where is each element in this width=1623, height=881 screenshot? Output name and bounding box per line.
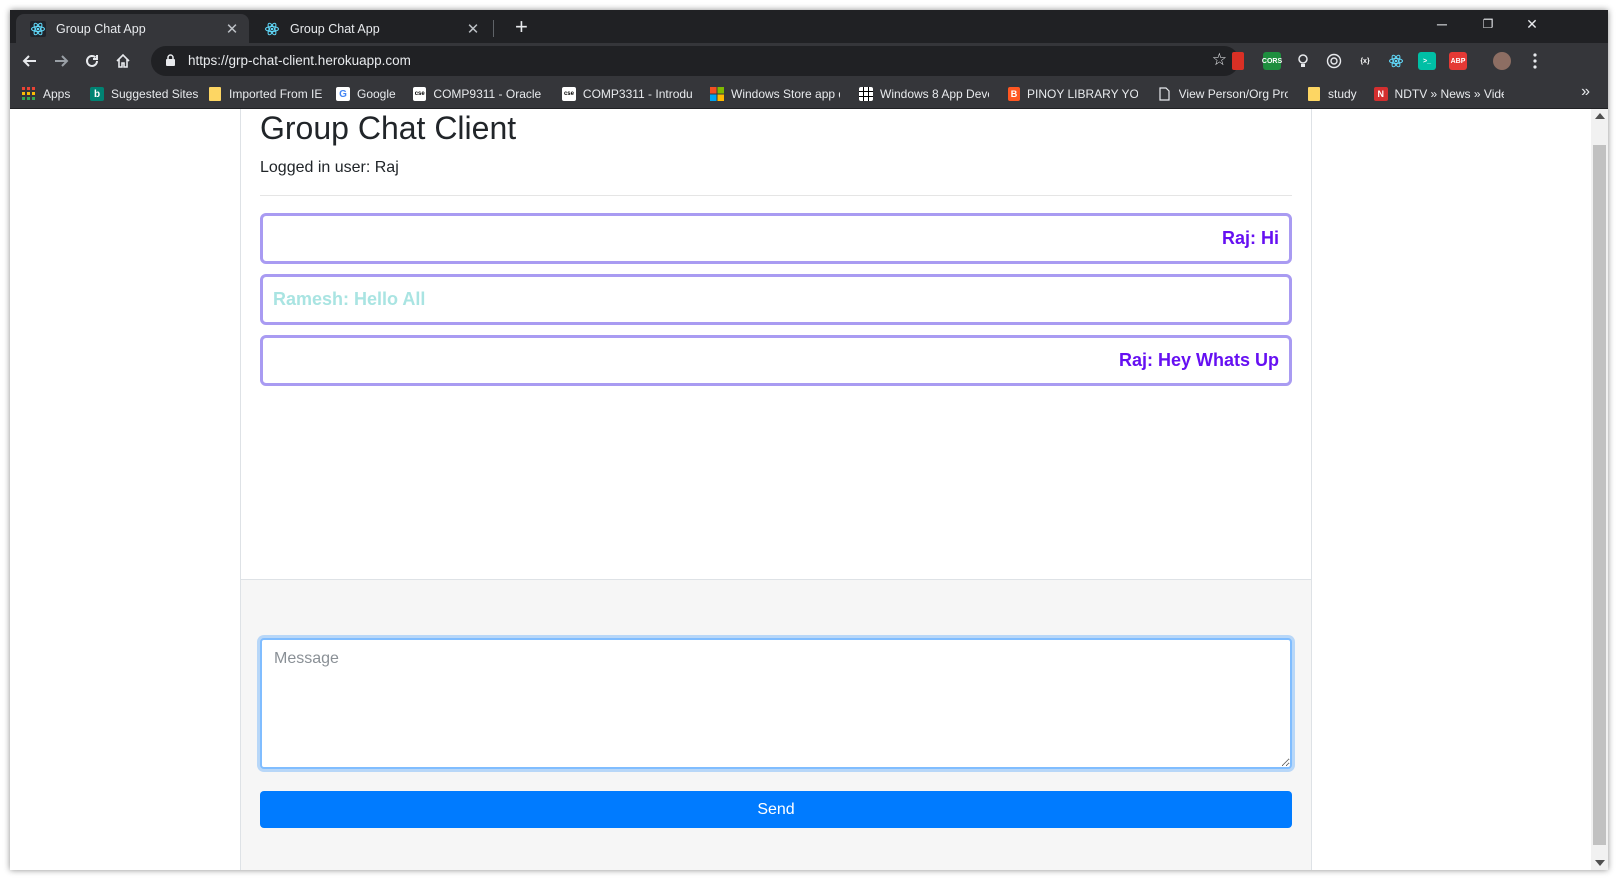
react-favicon-icon: [264, 21, 280, 37]
tab-group-chat-app[interactable]: Group Chat App ✕: [250, 14, 490, 43]
back-button[interactable]: [17, 48, 43, 74]
lightbulb-icon[interactable]: [1294, 52, 1312, 70]
browser-toolbar: https://grp-chat-client.herokuapp.com ☆ …: [10, 43, 1608, 79]
folder-icon: [1307, 87, 1321, 101]
back-arrow-icon: [22, 55, 36, 67]
bookmark-item[interactable]: cse COMP3311 - Introdu: [562, 84, 692, 104]
bookmark-label: PINOY LIBRARY YOUR: [1027, 87, 1138, 101]
blogger-icon: B: [1008, 87, 1021, 101]
browser-window: Group Chat App ✕ Group Chat App ✕ + ─ ❐ …: [10, 10, 1608, 870]
message-text: Raj: Hey Whats Up: [1118, 350, 1279, 370]
bookmark-label: Suggested Sites: [111, 87, 199, 101]
divider: [260, 195, 1292, 196]
folder-icon: [208, 87, 222, 101]
new-tab-button[interactable]: +: [515, 16, 528, 38]
bookmark-item[interactable]: b Suggested Sites: [90, 84, 198, 104]
close-window-button[interactable]: ✕: [1510, 13, 1554, 35]
profile-avatar-icon[interactable]: [1493, 52, 1511, 70]
page-icon: [1158, 87, 1172, 101]
bookmark-label: Google: [357, 87, 396, 101]
tab-label: Group Chat App: [290, 21, 380, 36]
tab-separator: [493, 20, 494, 37]
bookmark-label: Apps: [43, 87, 71, 101]
target-icon[interactable]: [1325, 52, 1343, 70]
page-title: Group Chat Client: [260, 110, 517, 146]
bookmark-star-icon[interactable]: ☆: [1212, 50, 1227, 70]
more-bookmarks-icon[interactable]: »: [1581, 83, 1590, 101]
page-viewport: Group Chat Client Logged in user: Raj Ra…: [10, 109, 1591, 870]
home-icon: [116, 53, 130, 68]
message-input[interactable]: [260, 638, 1292, 769]
bookmark-item[interactable]: Windows Store app d: [710, 84, 840, 104]
bookmark-item[interactable]: N NDTV » News » Vide: [1374, 84, 1504, 104]
reload-icon: [86, 54, 98, 67]
scroll-thumb[interactable]: [1593, 145, 1606, 845]
minimize-button[interactable]: ─: [1420, 13, 1464, 35]
bookmark-label: View Person/Org Pro: [1178, 87, 1288, 101]
message-text: Raj: Hi: [1221, 228, 1279, 248]
scroll-down-icon[interactable]: [1595, 860, 1605, 866]
bookmark-label: COMP3311 - Introdu: [582, 87, 692, 101]
message-text: Ramesh: Hello All: [273, 289, 426, 309]
message-item: Raj: Hey Whats Up: [260, 335, 1292, 386]
tab-strip: Group Chat App ✕ Group Chat App ✕ + ─ ❐ …: [10, 10, 1608, 43]
bing-icon: b: [90, 87, 104, 101]
bookmark-label: Windows 8 App Deve: [880, 87, 989, 101]
tab-label: Group Chat App: [56, 21, 146, 36]
tab-close-icon[interactable]: ✕: [462, 20, 484, 38]
bookmark-item[interactable]: Apps: [22, 84, 70, 104]
scroll-up-icon[interactable]: [1595, 113, 1605, 119]
react-favicon-icon: [30, 20, 46, 37]
logged-in-user: Logged in user: Raj: [260, 159, 399, 176]
react-devtools-icon[interactable]: [1387, 52, 1405, 70]
bookmark-item[interactable]: study: [1307, 84, 1357, 104]
cse-icon: cse: [562, 87, 576, 101]
menu-button[interactable]: [1522, 48, 1548, 74]
bookmark-label: Windows Store app d: [731, 87, 840, 101]
bookmark-label: Imported From IE: [229, 87, 323, 101]
bookmark-item[interactable]: View Person/Org Pro: [1158, 84, 1288, 104]
google-icon: G: [336, 87, 350, 101]
message-item: Ramesh: Hello All: [260, 274, 1292, 325]
bookmark-item[interactable]: G Google: [336, 84, 396, 104]
bookmark-label: NDTV » News » Vide: [1394, 87, 1504, 101]
message-item: Raj: Hi: [260, 213, 1292, 264]
send-button[interactable]: Send: [260, 791, 1292, 828]
grid-icon: [859, 87, 873, 101]
bookmark-item[interactable]: Imported From IE: [208, 84, 322, 104]
reload-button[interactable]: [79, 48, 105, 74]
json-icon[interactable]: {x}: [1356, 52, 1374, 70]
restore-button[interactable]: ❐: [1466, 13, 1510, 35]
compose-area: Send: [241, 579, 1311, 870]
tab-group-chat-app-active[interactable]: Group Chat App ✕: [16, 14, 249, 43]
tab-close-icon[interactable]: ✕: [221, 20, 243, 38]
bookmark-item[interactable]: cse COMP9311 - Oracle I: [413, 84, 543, 104]
red-bookmark-icon[interactable]: [1232, 52, 1244, 70]
bookmark-label: COMP9311 - Oracle I: [433, 87, 543, 101]
kebab-menu-icon: [1533, 53, 1537, 69]
adblock-plus-icon[interactable]: ABP: [1449, 52, 1467, 70]
forward-arrow-icon: [55, 55, 69, 67]
page-scrollbar[interactable]: [1591, 109, 1608, 870]
home-button[interactable]: [110, 48, 136, 74]
forward-button[interactable]: [48, 48, 74, 74]
bookmarks-bar: Apps b Suggested Sites Imported From IE G Goo…: [10, 79, 1608, 109]
address-bar[interactable]: https://grp-chat-client.herokuapp.com ☆: [151, 46, 1239, 76]
cse-icon: cse: [413, 87, 427, 101]
microsoft-icon: [710, 87, 724, 101]
url-text: https://grp-chat-client.herokuapp.com: [188, 53, 411, 68]
bookmark-item[interactable]: B PINOY LIBRARY YOUR: [1008, 84, 1138, 104]
bookmark-item[interactable]: Windows 8 App Deve: [859, 84, 989, 104]
ndtv-icon: N: [1374, 87, 1388, 101]
cors-icon[interactable]: CORS: [1262, 52, 1282, 70]
terminal-icon[interactable]: >_: [1418, 52, 1436, 70]
lock-icon: [165, 54, 176, 72]
bookmark-label: study: [1328, 87, 1357, 101]
apps-grid-icon: [22, 87, 36, 101]
chat-container: Group Chat Client Logged in user: Raj Ra…: [240, 109, 1312, 870]
